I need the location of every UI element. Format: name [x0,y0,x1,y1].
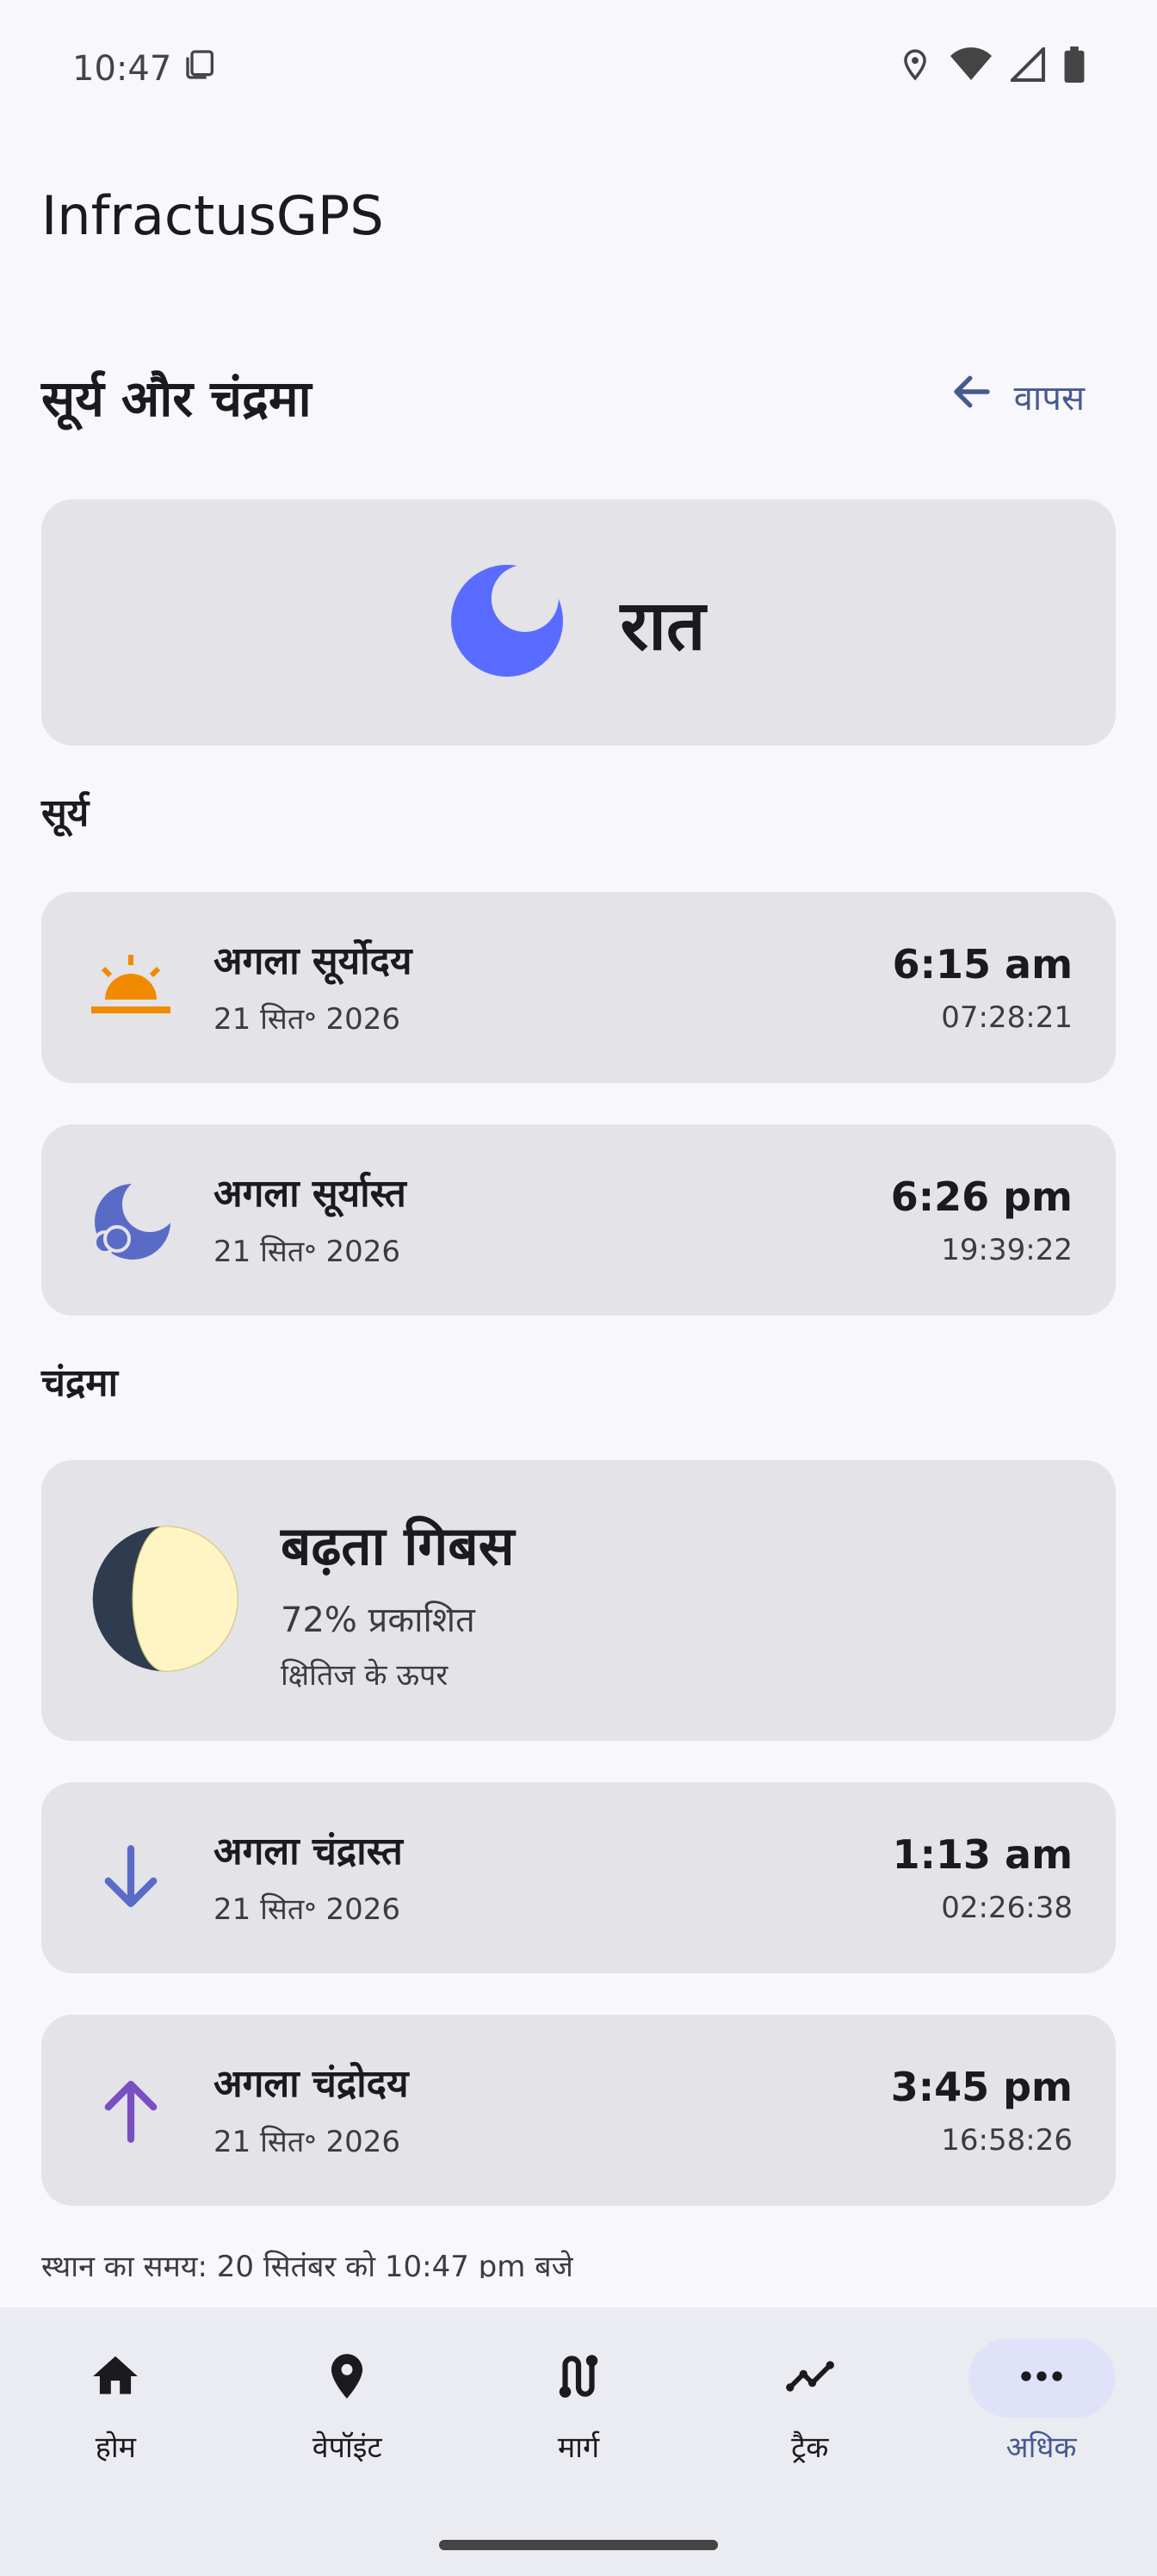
screen-header: सूर्य और चंद्रमा वापस [41,353,1116,439]
track-icon [783,2350,837,2406]
nav-item-label: मार्ग [557,2430,600,2465]
moonrise-card: अगला चंद्रोदय 21 सित॰ 2026 3:45 pm 16:58… [41,2015,1116,2206]
nav-item-label: अधिक [1005,2430,1077,2465]
moon-cloud-icon [88,1177,174,1263]
moon-phase-card: बढ़ता गिबस 72% प्रकाशित क्षितिज के ऊपर [41,1460,1116,1741]
more-icon [1015,2350,1068,2406]
nav-item-home[interactable]: होम [21,2338,210,2576]
sunrise-card: अगला सूर्योदय 21 सित॰ 2026 6:15 am 07:28… [41,892,1116,1083]
home-icon [89,2350,142,2406]
moonrise-title: अगला चंद्रोदय [213,2062,409,2106]
page-title: सूर्य और चंद्रमा [41,368,312,428]
sunset-title: अगला सूर्यास्त [213,1172,406,1216]
moonrise-time: 3:45 pm [890,2064,1073,2110]
battery-icon [1064,46,1085,91]
sunset-card: अगला सूर्यास्त 21 सित॰ 2026 6:26 pm 19:3… [41,1124,1116,1316]
nav-item-more[interactable]: अधिक [947,2338,1136,2576]
arrow-down-icon [88,1835,174,1921]
sunset-time: 6:26 pm [890,1173,1073,1220]
nav-item-tracks[interactable]: ट्रैक [715,2338,905,2576]
gesture-home-indicator[interactable] [439,2540,718,2550]
sunset-date: 21 सित॰ 2026 [213,1235,401,1269]
moon-horizon-status: क्षितिज के ऊपर [281,1657,449,1693]
sun-section-label: सूर्य [41,791,90,835]
moon-illumination: 72% प्रकाशित [281,1600,475,1640]
nav-item-waypoints[interactable]: वेपॉइंट [252,2338,442,2576]
sunrise-date: 21 सित॰ 2026 [213,1002,401,1037]
arrow-up-icon [88,2067,174,2153]
moonset-time-24: 02:26:38 [941,1891,1073,1925]
arrow-left-icon [949,368,995,424]
sunset-time-24: 19:39:22 [941,1233,1073,1267]
moonset-date: 21 सित॰ 2026 [213,1892,401,1927]
back-button[interactable]: वापस [914,353,1116,439]
status-time: 10:47 [72,49,172,89]
status-bar: 10:47 [0,0,1157,138]
moon-phase-icon [91,1525,239,1676]
location-time-note: स्थान का समय: 20 सितंबर को 10:47 pm बजे [41,2250,573,2278]
sunrise-icon [88,944,174,1031]
moonset-title: अगला चंद्रास्त [213,1830,403,1873]
moon-section-label: चंद्रमा [41,1361,119,1405]
sunrise-time: 6:15 am [892,941,1073,988]
cellular-signal-icon [1008,45,1045,90]
nav-item-label: वेपॉइंट [312,2430,382,2465]
location-status-icon [899,48,931,90]
moonrise-time-24: 16:58:26 [941,2123,1073,2158]
moonset-card: अगला चंद्रास्त 21 सित॰ 2026 1:13 am 02:2… [41,1782,1116,1973]
screenshot-notification-icon [183,47,218,90]
nav-item-label: होम [95,2430,136,2465]
nav-item-label: ट्रैक [791,2430,829,2465]
moonrise-date: 21 सित॰ 2026 [213,2125,401,2159]
wifi-icon [950,47,992,90]
moon-icon [451,565,564,680]
sunrise-title: अगला सूर्योदय [213,939,412,983]
back-button-label: वापस [1013,378,1085,418]
day-state-card: रात [41,499,1116,746]
moonset-time: 1:13 am [892,1831,1073,1878]
route-icon [552,2350,605,2406]
sunrise-time-24: 07:28:21 [941,1000,1073,1035]
location-pin-icon [320,2350,374,2406]
bottom-navigation: होम वेपॉइंट मार्ग ट्रैक अधिक [0,2307,1157,2576]
day-state-label: रात [620,585,706,666]
app-title: InfractusGPS [41,184,384,247]
moon-phase-name: बढ़ता गिबस [281,1514,515,1577]
